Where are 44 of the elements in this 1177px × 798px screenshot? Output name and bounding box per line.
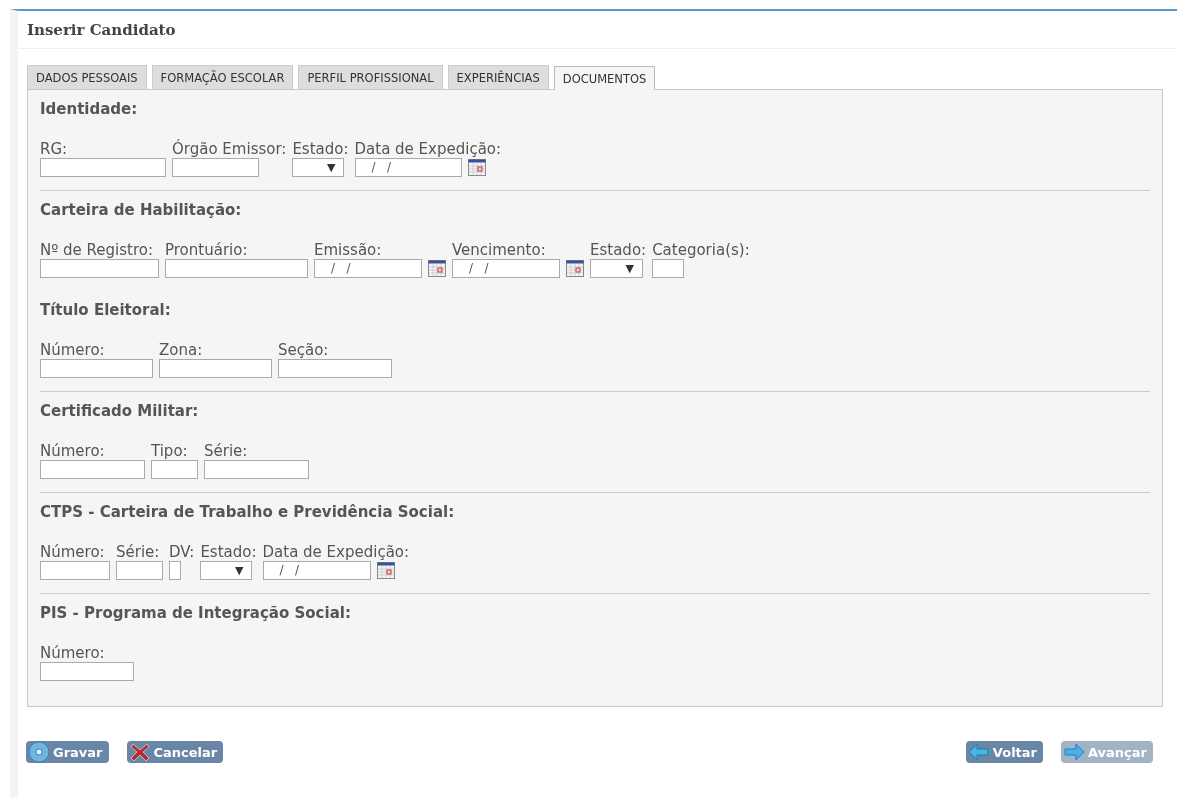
save-button[interactable]: Gravar [26,741,109,763]
tab[interactable]: DOCUMENTOS [553,66,656,90]
cancel-button[interactable]: Cancelar [126,741,224,763]
field-label: Seção: [278,342,330,359]
back-button[interactable]: Voltar [965,741,1043,763]
field-label: Vencimento: [452,242,547,259]
section-heading: Certificado Militar: [40,402,200,420]
field-label: DV: [169,544,195,561]
field-label: Prontuário: [165,242,249,259]
field-label: Categoria(s): [652,242,750,259]
tab[interactable]: FORMAÇÃO ESCOLAR [151,65,294,89]
select-field[interactable]: ▼ [200,561,253,580]
field-label: Número: [40,443,106,460]
page-title: Inserir Candidato [18,11,1177,49]
field-label: Número: [40,645,106,662]
field-label: Estado: [590,242,647,259]
tab[interactable]: PERFIL PROFISSIONAL [298,65,443,89]
field-label: Tipo: [151,443,189,460]
select-field[interactable]: ▼ [590,259,643,278]
field-label: Estado: [200,544,257,561]
section-heading: Identidade: [40,100,139,118]
field-label: Série: [116,544,161,561]
field-label: Estado: [292,141,349,158]
field-label: Órgão Emissor: [172,141,287,158]
tab[interactable]: EXPERIÊNCIAS [447,65,549,89]
field-label: Data de Expedição: [262,544,410,561]
date-field[interactable]: / / [262,561,371,580]
field-label: Emissão: [314,242,383,259]
field-label: Número: [40,544,106,561]
field-label: Número: [40,342,106,359]
field-label: Zona: [159,342,204,359]
select-field[interactable]: ▼ [292,158,345,177]
date-field[interactable]: / / [354,158,462,177]
date-field[interactable]: / / [452,259,560,278]
date-field[interactable]: / / [314,259,422,278]
section-heading: Título Eleitoral: [40,301,172,319]
section-heading: PIS - Programa de Integração Social: [40,604,352,622]
field-label: Nº de Registro: [40,242,154,259]
field-label: Data de Expedição: [354,141,502,158]
tab[interactable]: DADOS PESSOAIS [27,65,147,89]
field-label: RG: [40,141,69,158]
field-label: Série: [204,443,249,460]
section-heading: Carteira de Habilitação: [40,201,243,219]
section-heading: CTPS - Carteira de Trabalho e Previdência Social: [40,503,456,521]
